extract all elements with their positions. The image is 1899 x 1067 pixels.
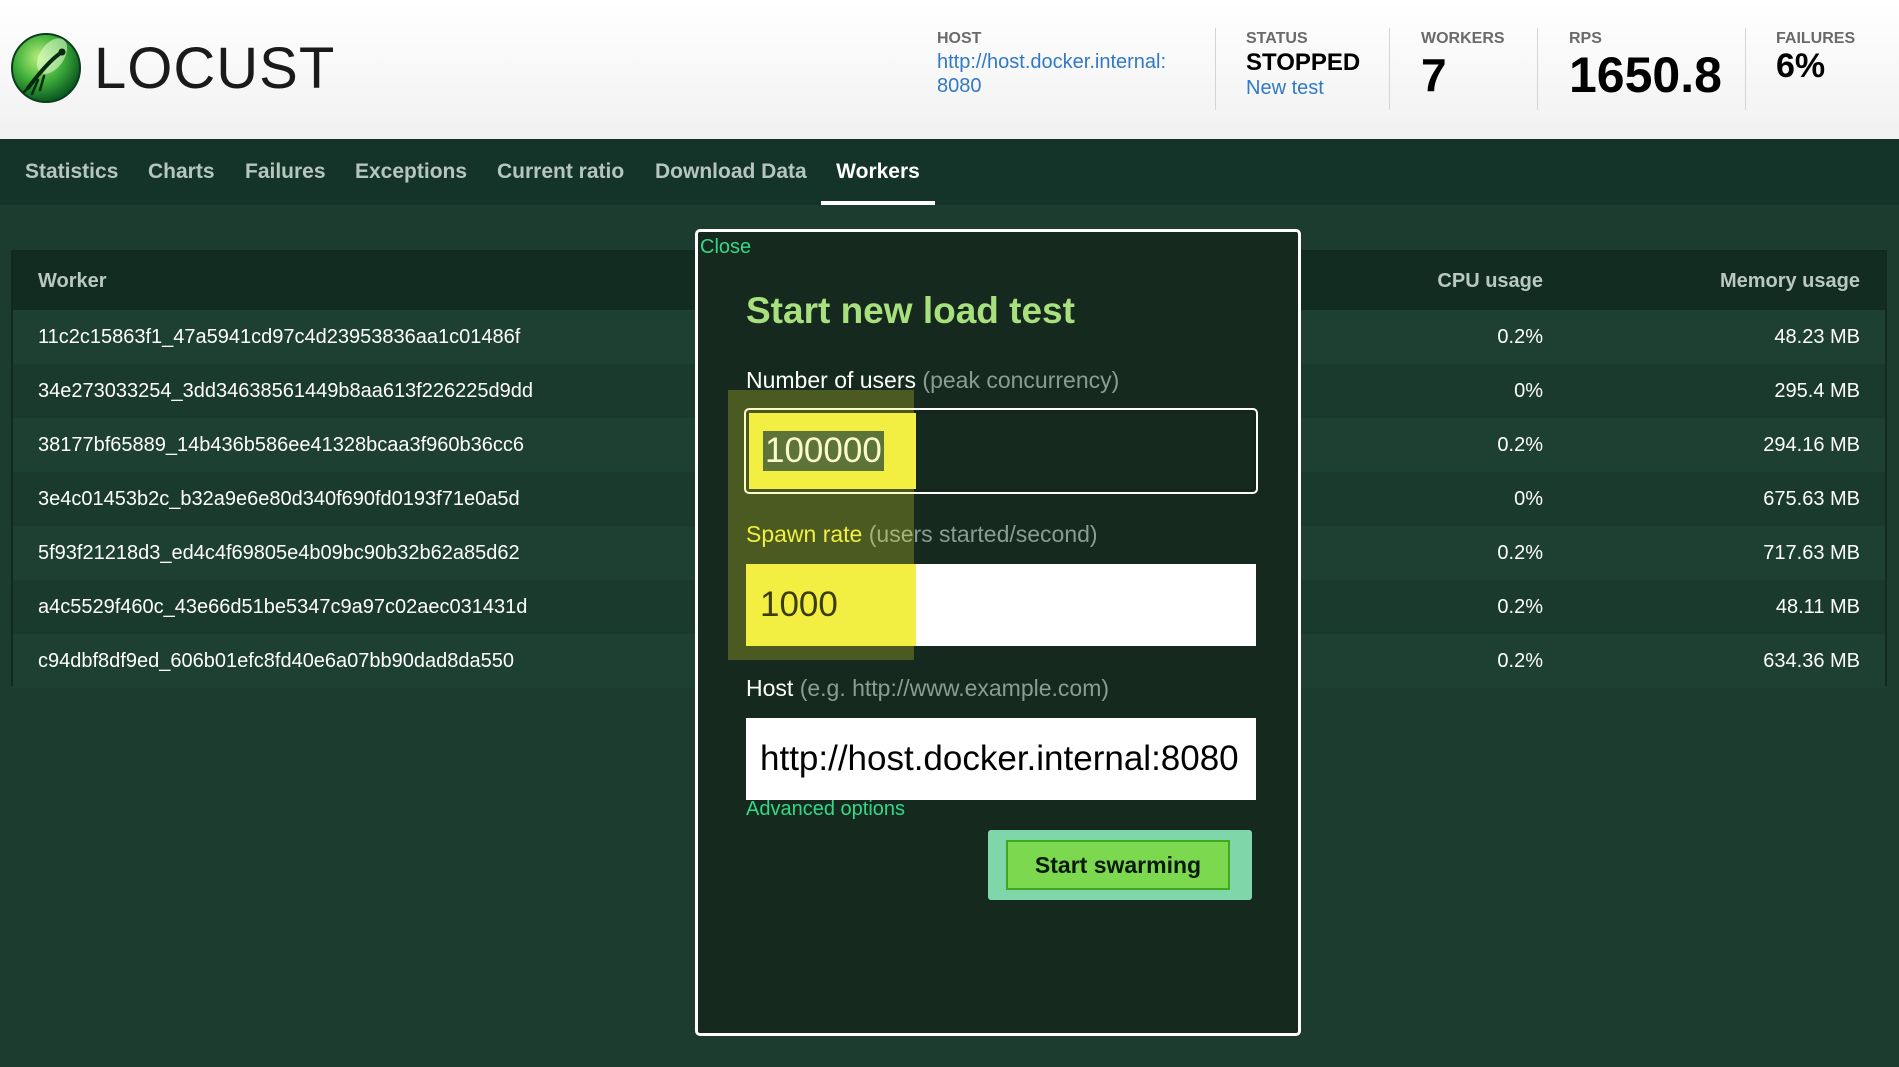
workers-stat: WORKERS 7 — [1421, 30, 1505, 102]
memory-cell: 675.63 MB — [1763, 488, 1860, 510]
spawn-input-value: 1000 — [760, 585, 838, 624]
workers-label: WORKERS — [1421, 30, 1505, 47]
header-divider — [1215, 28, 1216, 110]
users-input[interactable]: 100000 — [744, 408, 1258, 494]
tab-download-data[interactable]: Download Data — [655, 139, 807, 205]
header-divider — [1389, 28, 1390, 110]
cpu-cell: 0.2% — [1497, 542, 1543, 564]
locust-logo-icon — [11, 33, 81, 103]
worker-id-cell: 34e273033254_3dd34638561449b8aa613f22622… — [38, 380, 533, 402]
users-label-text: Number of users — [746, 367, 917, 393]
start-swarming-button[interactable]: Start swarming — [1006, 840, 1230, 890]
close-link[interactable]: Close — [700, 236, 751, 259]
spawn-label-text: Spawn rate — [746, 521, 863, 547]
spawn-label: Spawn rate (users started/second) — [746, 521, 1098, 548]
tab-charts[interactable]: Charts — [148, 139, 215, 205]
failures-label: FAILURES — [1776, 30, 1856, 47]
worker-id-cell: a4c5529f460c_43e66d51be5347c9a97c02aec03… — [38, 596, 528, 618]
users-hint: (peak concurrency) — [922, 367, 1120, 393]
logo-text: LOCUST — [94, 36, 336, 101]
memory-cell: 48.11 MB — [1775, 596, 1860, 618]
users-input-value: 100000 — [763, 431, 884, 471]
cpu-cell: 0.2% — [1497, 596, 1543, 618]
status-value: STOPPED — [1246, 49, 1361, 76]
tab-failures[interactable]: Failures — [245, 139, 326, 205]
failures-value: 6% — [1776, 47, 1826, 85]
memory-cell: 294.16 MB — [1763, 434, 1860, 456]
cpu-cell: 0.2% — [1497, 650, 1543, 672]
status-label: STATUS — [1246, 30, 1308, 47]
worker-id-cell: 38177bf65889_14b436b586ee41328bcaa3f960b… — [38, 434, 525, 456]
rps-stat: RPS 1650.8 — [1569, 30, 1722, 102]
host-hint: (e.g. http://www.example.com) — [799, 675, 1110, 701]
users-label: Number of users (peak concurrency) — [746, 367, 1119, 394]
tab-exceptions[interactable]: Exceptions — [355, 139, 467, 205]
host-label: Host (e.g. http://www.example.com) — [746, 675, 1109, 702]
workers-value: 7 — [1421, 49, 1447, 101]
worker-id-cell: 11c2c15863f1_47a5941cd97c4d23953836aa1c0… — [38, 326, 521, 348]
host-value-line2: 8080 — [937, 75, 982, 97]
new-test-modal: Close Start new load test Number of user… — [695, 229, 1301, 1036]
memory-cell: 717.63 MB — [1763, 542, 1860, 564]
rps-label: RPS — [1569, 30, 1602, 47]
rps-value: 1650.8 — [1569, 47, 1722, 103]
spawn-rate-input[interactable]: 1000 — [746, 564, 1256, 646]
cpu-cell: 0.2% — [1497, 326, 1543, 348]
memory-cell: 295.4 MB — [1774, 380, 1860, 402]
host-label: HOST — [937, 30, 982, 47]
advanced-options-link[interactable]: Advanced options — [746, 798, 905, 821]
worker-id-cell: c94dbf8df9ed_606b01efc8fd40e6a07bb90dad8… — [38, 650, 515, 672]
new-test-link[interactable]: New test — [1246, 76, 1360, 100]
start-swarming-focus-ring: Start swarming — [988, 830, 1252, 900]
host-input[interactable]: http://host.docker.internal:8080 — [746, 718, 1256, 800]
worker-id-cell: 3e4c01453b2c_b32a9e6e80d340f690fd0193f71… — [38, 488, 520, 510]
tab-current-ratio[interactable]: Current ratio — [497, 139, 624, 205]
column-header-memory[interactable]: Memory usage — [1720, 252, 1860, 310]
host-value-line1: http://host.docker.internal: — [937, 51, 1167, 73]
tab-workers[interactable]: Workers — [821, 139, 935, 205]
header: LOCUST HOST http://host.docker.internal:… — [0, 0, 1899, 139]
cpu-cell: 0.2% — [1497, 434, 1543, 456]
tab-statistics[interactable]: Statistics — [25, 139, 118, 205]
column-header-worker[interactable]: Worker — [38, 252, 107, 310]
status-stat: STATUS STOPPED New test — [1246, 30, 1360, 100]
cpu-cell: 0% — [1514, 488, 1543, 510]
memory-cell: 634.36 MB — [1763, 650, 1860, 672]
nav-bar: Statistics Charts Failures Exceptions Cu… — [0, 139, 1899, 205]
cpu-cell: 0% — [1514, 380, 1543, 402]
host-stat: HOST http://host.docker.internal: 8080 — [937, 30, 1166, 98]
spawn-hint: (users started/second) — [868, 521, 1098, 547]
failures-stat: FAILURES 6% — [1776, 30, 1855, 84]
modal-title: Start new load test — [746, 290, 1075, 331]
column-header-cpu[interactable]: CPU usage — [1437, 252, 1543, 310]
header-divider — [1745, 28, 1746, 110]
worker-id-cell: 5f93f21218d3_ed4c4f69805e4b09bc90b32b62a… — [38, 542, 520, 564]
host-input-value: http://host.docker.internal:8080 — [760, 739, 1239, 778]
host-label-text: Host — [746, 675, 794, 701]
memory-cell: 48.23 MB — [1774, 326, 1860, 348]
header-divider — [1537, 28, 1538, 110]
